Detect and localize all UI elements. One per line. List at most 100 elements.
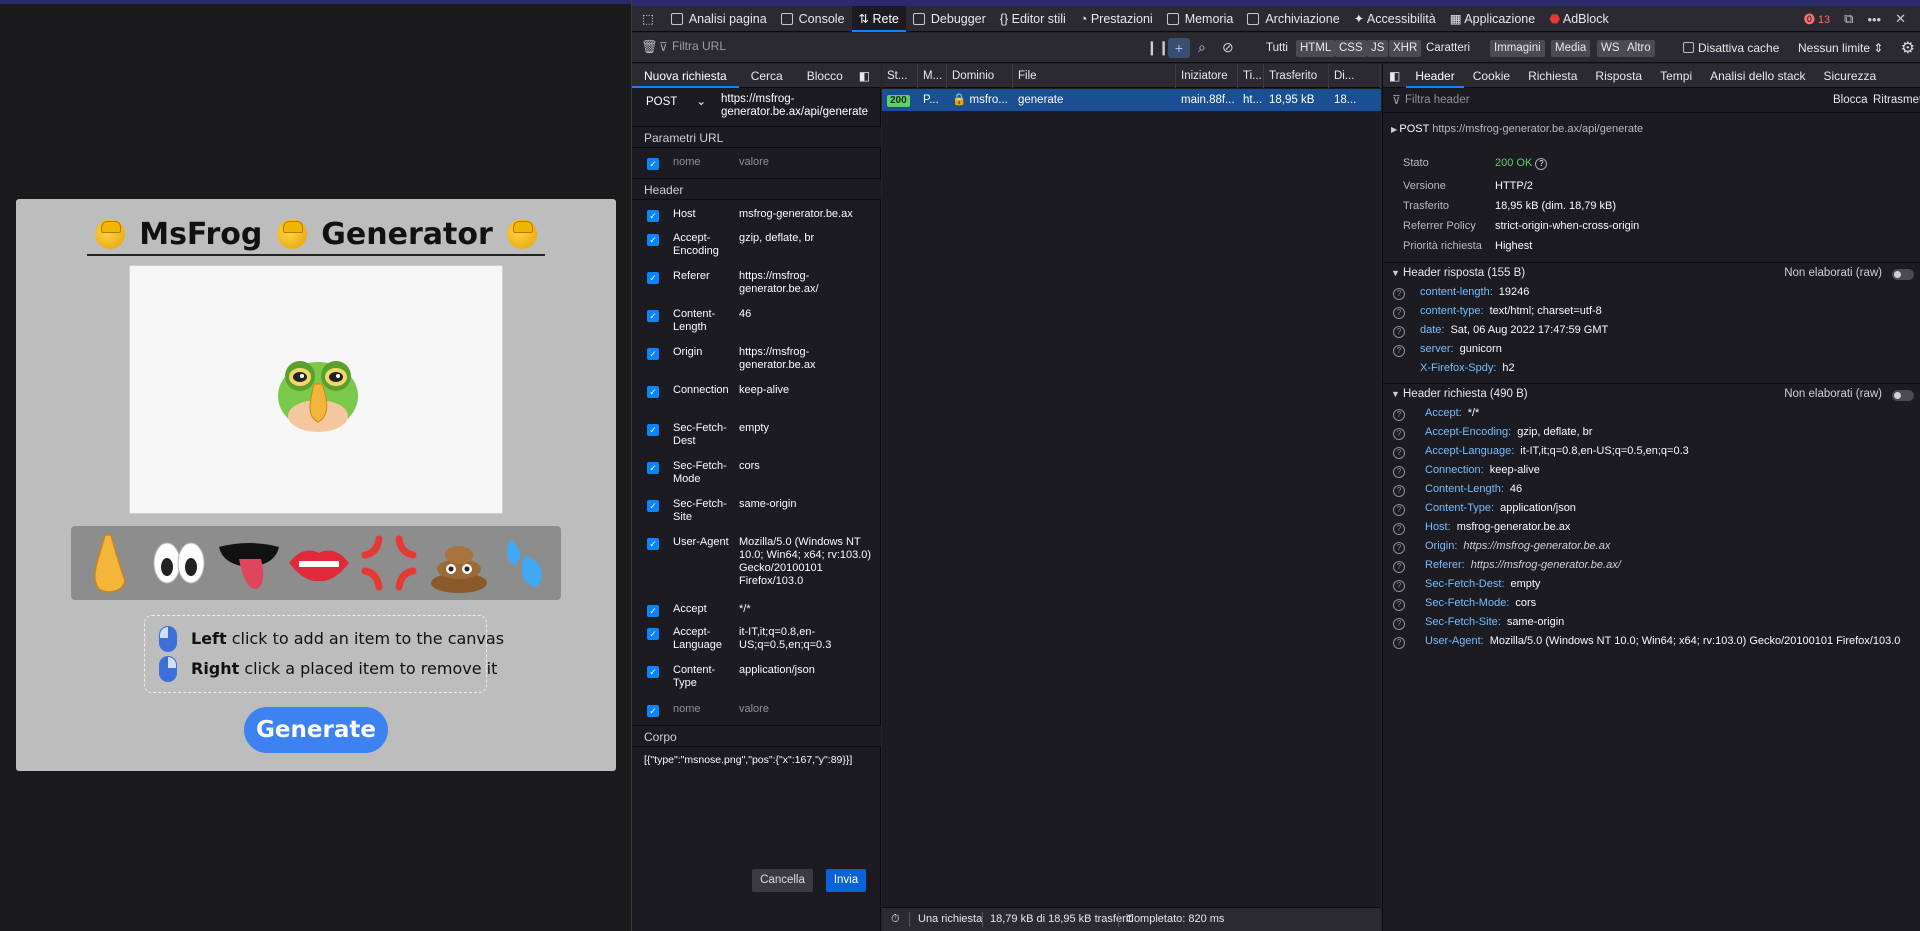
col-transferred[interactable]: Trasferito	[1264, 64, 1329, 88]
tab-headers[interactable]: Header	[1406, 64, 1464, 88]
tab-response[interactable]: Risposta	[1586, 64, 1651, 88]
header-row[interactable]: ✓ Accept-Encoding gzip, deflate, br	[632, 232, 881, 268]
search-icon[interactable]: ⌕	[1198, 39, 1206, 56]
tab-debugger[interactable]: Debugger	[906, 6, 993, 32]
cancel-button[interactable]: Cancella	[752, 869, 813, 892]
header-row[interactable]: ✓ Accept-Language it-IT,it;q=0.8,en-US;q=0…	[632, 626, 881, 662]
tab-timings[interactable]: Tempi	[1651, 64, 1701, 88]
panel-toggle-icon[interactable]: ◧	[1383, 64, 1406, 88]
chevron-down-icon: ▼	[1391, 389, 1400, 399]
more-options-icon[interactable]: •••	[1867, 12, 1881, 27]
tab-console[interactable]: Console	[774, 6, 852, 32]
tab-memory[interactable]: Memoria	[1160, 6, 1241, 32]
filter-js[interactable]: JS	[1367, 40, 1389, 57]
sticker-toolbar	[71, 526, 561, 600]
header-row[interactable]: ✓ Connection keep-alive	[632, 384, 881, 420]
col-method[interactable]: M...	[918, 64, 947, 88]
request-header-row: ? Origin: https://msfrog-generator.be.ax	[1383, 540, 1920, 556]
url-param-row[interactable]: ✓ nome valore	[632, 156, 881, 172]
tab-performance[interactable]: ◔ Prestazioni	[1073, 6, 1160, 32]
header-row[interactable]: ✓ Origin https://msfrog-generator.be.ax	[632, 346, 881, 382]
new-request-plus-icon[interactable]: +	[1168, 38, 1190, 58]
poop-icon[interactable]	[425, 529, 493, 597]
anger-icon[interactable]	[355, 529, 423, 597]
stopwatch-icon[interactable]: ⏱	[891, 913, 900, 926]
tab-search[interactable]: Cerca	[739, 64, 795, 88]
header-row[interactable]: ✓ Sec-Fetch-Mode cors	[632, 460, 881, 496]
eyes-icon[interactable]	[145, 529, 213, 597]
tab-blocking[interactable]: Blocco	[795, 64, 855, 88]
resend-button[interactable]: Ritrasmetti	[1873, 94, 1920, 106]
tab-request[interactable]: Richiesta	[1519, 64, 1586, 88]
col-type[interactable]: Ti...	[1238, 64, 1264, 88]
method-select[interactable]: POST ⌄	[640, 91, 710, 115]
frog-canvas[interactable]	[129, 265, 503, 514]
tab-security[interactable]: Sicurezza	[1815, 64, 1886, 88]
filter-all[interactable]: Tutti	[1262, 40, 1292, 57]
header-row[interactable]: ✓ Sec-Fetch-Dest empty	[632, 422, 881, 458]
send-button[interactable]: Invia	[826, 869, 866, 892]
help-icon[interactable]: ?	[1535, 158, 1548, 170]
filter-other[interactable]: Altro	[1623, 40, 1655, 57]
filter-ws[interactable]: WS	[1597, 40, 1624, 57]
request-row[interactable]: 200 P... 🔒 msfro... generate main.88f...…	[882, 89, 1381, 111]
filter-url-input[interactable]: Filtra URL	[672, 39, 726, 53]
col-initiator[interactable]: Iniziatore	[1176, 64, 1238, 88]
element-picker-icon[interactable]: ⬚	[632, 6, 664, 32]
tab-storage[interactable]: Archiviazione	[1240, 6, 1346, 32]
sidebar-toggle-icon[interactable]: ◧	[855, 64, 874, 88]
request-body-input[interactable]: [{"type":"msnose.png","pos":{"x":167,"y"…	[644, 754, 852, 766]
request-headers-section[interactable]: ▼ Header richiesta (490 B) Non elaborati…	[1383, 383, 1920, 405]
block-icon[interactable]: ⊘	[1222, 39, 1234, 56]
tab-network[interactable]: ⇅ Rete	[851, 5, 906, 32]
col-status[interactable]: St...	[882, 64, 918, 88]
block-button[interactable]: Blocca	[1833, 94, 1868, 106]
header-row[interactable]: ✓ Accept */*	[632, 603, 881, 623]
clear-trash-icon[interactable]: 🗑	[641, 39, 658, 55]
filter-media[interactable]: Media	[1551, 40, 1591, 57]
sweat-drops-icon[interactable]	[491, 529, 559, 597]
close-icon[interactable]: ✕	[1895, 11, 1906, 27]
response-headers-section[interactable]: ▼ Header risposta (155 B) Non elaborati …	[1383, 262, 1920, 284]
throttling-select[interactable]: Nessun limite ⇕	[1798, 41, 1883, 55]
filter-xhr[interactable]: XHR	[1389, 40, 1422, 57]
tab-inspector[interactable]: Analisi pagina	[664, 6, 774, 32]
request-url-input[interactable]: https://msfrog-generator.be.ax/api/gener…	[721, 93, 881, 119]
transferred-summary: 18,79 kB di 18,95 kB trasferiti	[990, 913, 1134, 925]
header-row[interactable]: ✓ Referer https://msfrog-generator.be.ax/	[632, 270, 881, 306]
disable-cache-checkbox[interactable]: Disattiva cache	[1683, 41, 1779, 55]
tab-new-request[interactable]: Nuova richiesta	[632, 64, 739, 88]
tab-adblock[interactable]: ⬣ AdBlock	[1542, 6, 1616, 32]
filter-css[interactable]: CSS	[1335, 40, 1367, 57]
cell-initiator[interactable]: main.88f...	[1176, 89, 1238, 111]
header-row-empty[interactable]: ✓ nome valore	[632, 703, 881, 719]
dock-icon[interactable]: ⧉	[1844, 11, 1853, 27]
filter-headers-input[interactable]: Filtra header	[1405, 94, 1470, 106]
raw-toggle[interactable]	[1892, 269, 1914, 280]
hint-left-click: Left click to add an item to the canvas	[159, 626, 504, 652]
tab-accessibility[interactable]: ✦ Accessibilità	[1347, 6, 1443, 32]
col-domain[interactable]: Dominio	[947, 64, 1013, 88]
col-file[interactable]: File	[1013, 64, 1176, 88]
col-size[interactable]: Di...	[1329, 64, 1381, 88]
tab-cookies[interactable]: Cookie	[1464, 64, 1519, 88]
header-row[interactable]: ✓ User-Agent Mozilla/5.0 (Windows NT 10.0;…	[632, 536, 881, 600]
pause-icon[interactable]: ❙❙	[1146, 39, 1169, 56]
tab-application[interactable]: ▦ Applicazione	[1443, 6, 1542, 32]
filter-html[interactable]: HTML	[1296, 40, 1336, 57]
generate-button[interactable]: Generate	[244, 707, 388, 753]
settings-gear-icon[interactable]: ⚙	[1901, 38, 1915, 58]
nose-icon[interactable]	[75, 529, 143, 597]
header-row[interactable]: ✓ Sec-Fetch-Site same-origin	[632, 498, 881, 534]
tab-style-editor[interactable]: {} Editor stili	[993, 6, 1073, 32]
filter-images[interactable]: Immagini	[1490, 40, 1545, 57]
tab-stack-trace[interactable]: Analisi dello stack	[1701, 64, 1814, 88]
tongue-icon[interactable]	[215, 529, 283, 597]
filter-fonts[interactable]: Caratteri	[1422, 40, 1474, 57]
request-line[interactable]: ▶ POST https://msfrog-generator.be.ax/ap…	[1391, 123, 1643, 135]
error-count-badge[interactable]: ⓿ 13	[1804, 11, 1830, 27]
raw-toggle[interactable]	[1892, 390, 1914, 401]
header-row[interactable]: ✓ Content-Type application/json	[632, 664, 881, 700]
header-row[interactable]: ✓ Content-Length 46	[632, 308, 881, 344]
lips-icon[interactable]	[285, 529, 353, 597]
